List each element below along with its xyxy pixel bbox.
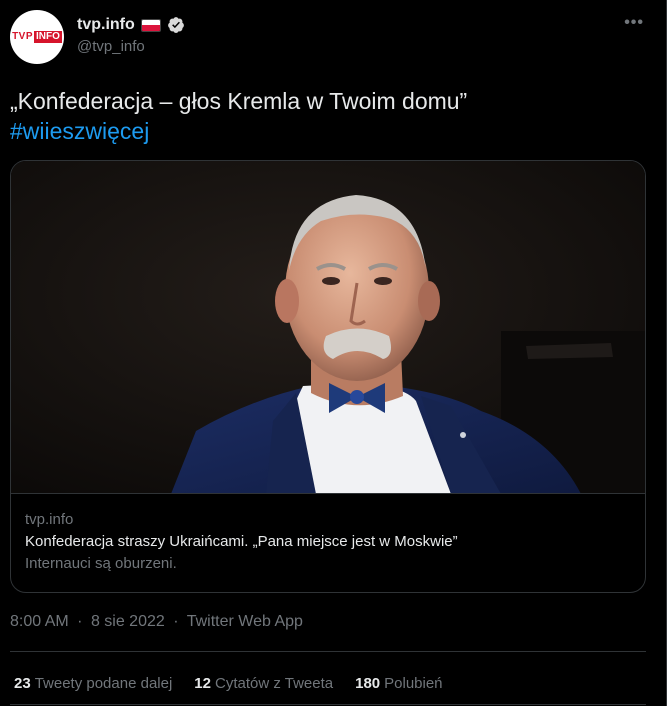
stat-label: Cytatów z Tweeta	[214, 675, 334, 692]
timestamp-row: 8:00 AM · 8 sie 2022 · Twitter Web App	[10, 613, 303, 631]
tweet-text: „Konfederacja – głos Kremla w Twoim domu…	[10, 86, 650, 146]
retweets-stat[interactable]: 23 Tweety podane dalej	[14, 675, 172, 692]
stat-count: 12	[194, 675, 211, 692]
card-title: Konfederacja straszy Ukraińcami. „Pana m…	[25, 533, 458, 550]
tweet-body: „Konfederacja – głos Kremla w Twoim domu…	[10, 88, 468, 114]
verified-badge-icon	[167, 17, 184, 33]
stat-label: Polubień	[384, 675, 443, 692]
display-name-row: tvp.info	[77, 16, 185, 34]
display-name[interactable]: tvp.info	[77, 16, 135, 34]
stat-count: 180	[355, 675, 381, 692]
separator: ·	[173, 613, 179, 630]
more-options-icon[interactable]: •••	[624, 14, 644, 32]
portrait-photo	[11, 161, 645, 493]
card-meta: tvp.info Konfederacja straszy Ukraińcami…	[25, 510, 635, 575]
tweet-time[interactable]: 8:00 AM	[10, 613, 69, 630]
divider	[10, 651, 646, 652]
card-description: Internauci są oburzeni.	[25, 555, 177, 572]
card-domain: tvp.info	[25, 511, 74, 528]
handle[interactable]: @tvp_info	[77, 38, 185, 55]
logo-text-tvp: TVP	[12, 31, 34, 42]
tvp-info-logo: TVP INFO	[12, 31, 62, 43]
stat-label: Tweety podane dalej	[34, 675, 173, 692]
divider	[10, 704, 646, 705]
card-image[interactable]	[11, 161, 645, 494]
avatar[interactable]: TVP INFO	[10, 10, 64, 64]
likes-stat[interactable]: 180 Polubień	[355, 675, 442, 692]
engagement-stats: 23 Tweety podane dalej 12 Cytatów z Twee…	[14, 675, 443, 692]
tweet-container: TVP INFO tvp.info @tvp_info ••• „Konfede…	[0, 0, 667, 706]
tweet-source[interactable]: Twitter Web App	[187, 613, 303, 630]
stat-count: 23	[14, 675, 31, 692]
tweet-date[interactable]: 8 sie 2022	[91, 613, 165, 630]
logo-text-info: INFO	[34, 31, 62, 43]
author-block: tvp.info @tvp_info	[77, 16, 185, 55]
quote-tweets-stat[interactable]: 12 Cytatów z Tweeta	[194, 675, 333, 692]
poland-flag-icon	[140, 18, 161, 32]
link-card[interactable]: tvp.info Konfederacja straszy Ukraińcami…	[10, 160, 646, 593]
separator: ·	[77, 613, 83, 630]
hashtag-link[interactable]: #wiieszwięcej	[10, 116, 650, 146]
